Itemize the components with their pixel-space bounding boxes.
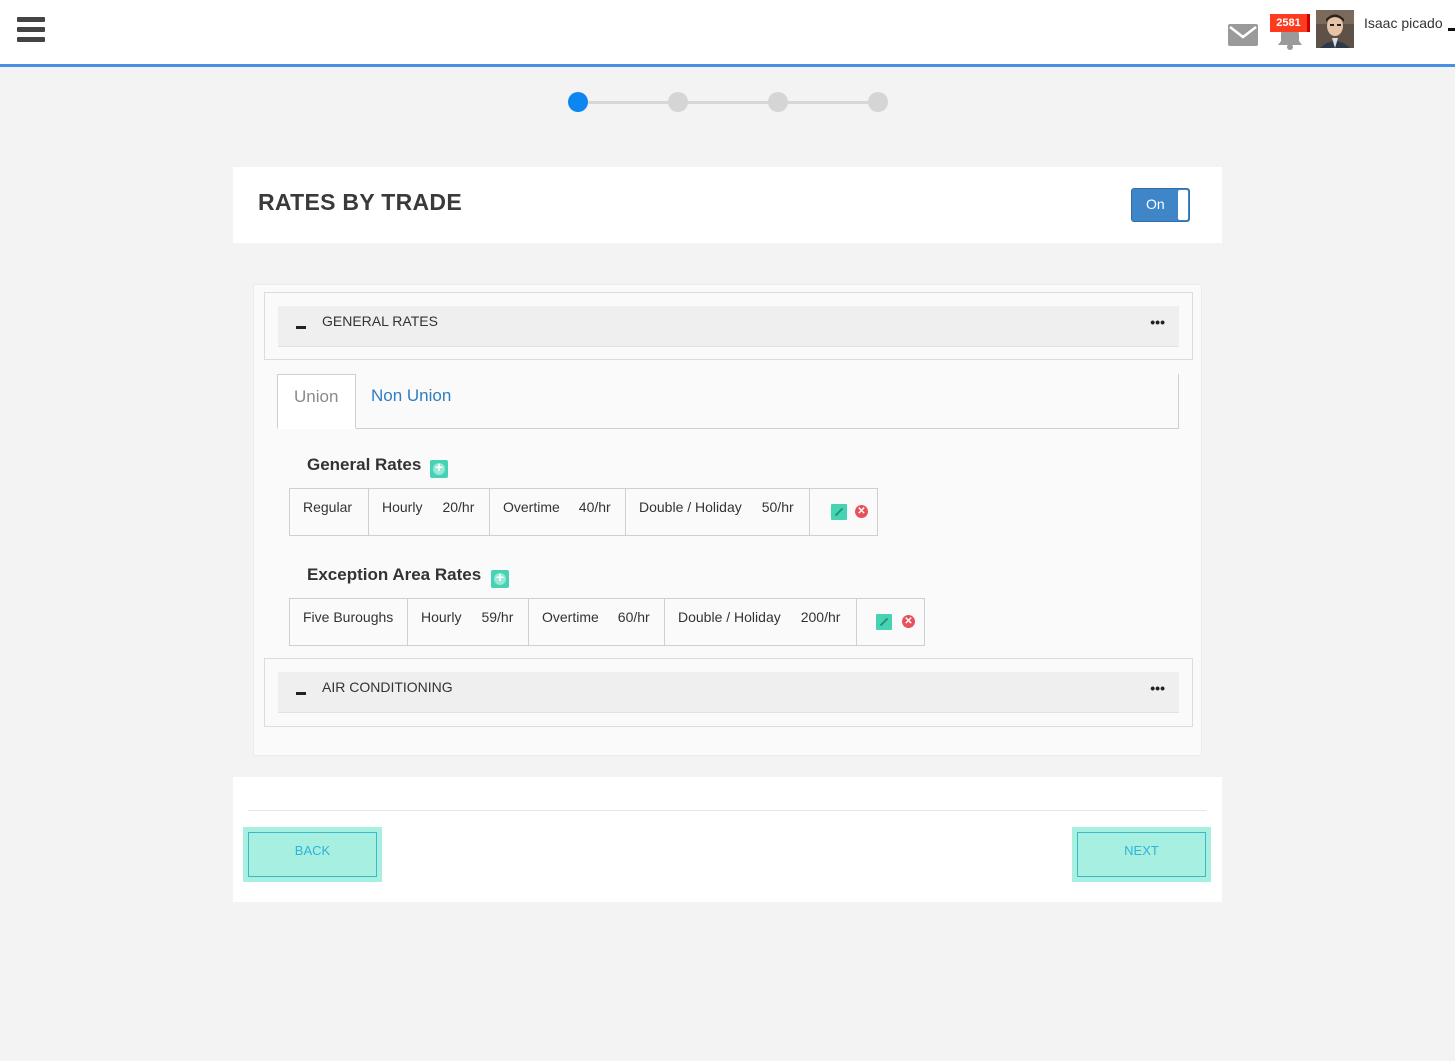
section-air-conditioning: AIR CONDITIONING ••• <box>264 658 1193 727</box>
more-options-icon[interactable]: ••• <box>1150 680 1165 696</box>
collapse-icon[interactable] <box>296 692 306 695</box>
toggle-label: On <box>1146 196 1165 212</box>
overtime-cell: Overtime 40/hr <box>490 489 626 535</box>
union-tabs: Union Non Union <box>277 374 1179 429</box>
step-1[interactable] <box>568 92 588 112</box>
holiday-label: Double / Holiday <box>678 609 781 625</box>
mail-icon[interactable] <box>1228 24 1258 46</box>
hourly-cell: Hourly 59/hr <box>408 599 529 645</box>
step-3[interactable] <box>768 92 788 112</box>
rate-name: Regular <box>290 489 369 535</box>
exception-rate-row: Five Buroughs Hourly 59/hr Overtime 60/hr … <box>289 598 925 646</box>
step-connector <box>778 101 878 104</box>
rates-toggle[interactable]: On <box>1131 188 1190 222</box>
card-footer: BACK NEXT <box>233 777 1222 902</box>
divider <box>248 810 1207 811</box>
hourly-value: 59/hr <box>481 609 514 625</box>
menu-icon[interactable] <box>17 17 45 47</box>
overtime-cell: Overtime 60/hr <box>529 599 665 645</box>
general-rates-heading: General Rates <box>307 455 422 474</box>
next-button[interactable]: NEXT <box>1072 827 1211 882</box>
step-connector <box>678 101 778 104</box>
back-button-label: BACK <box>294 843 331 858</box>
holiday-value: 50/hr <box>761 499 794 515</box>
edit-icon[interactable] <box>876 614 892 630</box>
step-connector <box>578 101 678 104</box>
toggle-knob <box>1178 190 1188 220</box>
section-general-rates: GENERAL RATES ••• <box>264 292 1193 360</box>
delete-icon[interactable]: ✕ <box>902 615 915 628</box>
hourly-cell: Hourly 20/hr <box>369 489 490 535</box>
exception-rates-heading: Exception Area Rates <box>307 565 482 584</box>
section-title: GENERAL RATES <box>322 313 438 329</box>
notification-badge: 2581 <box>1270 14 1310 32</box>
hourly-label: Hourly <box>421 609 462 625</box>
notifications[interactable]: 2581 <box>1270 14 1312 50</box>
row-actions: ✕ <box>810 489 877 535</box>
tab-non-union[interactable]: Non Union <box>355 374 467 429</box>
section-header[interactable]: AIR CONDITIONING ••• <box>278 672 1179 713</box>
holiday-cell: Double / Holiday 50/hr <box>626 489 810 535</box>
hourly-label: Hourly <box>382 499 423 515</box>
card-header: RATES BY TRADE On <box>233 167 1222 243</box>
next-button-label: NEXT <box>1124 843 1159 858</box>
delete-icon[interactable]: ✕ <box>855 505 868 518</box>
overtime-value: 40/hr <box>578 499 611 515</box>
step-4[interactable] <box>868 92 888 112</box>
general-rate-row: Regular Hourly 20/hr Overtime 40/hr Double… <box>289 488 878 536</box>
hourly-value: 20/hr <box>442 499 475 515</box>
overtime-value: 60/hr <box>617 609 650 625</box>
avatar[interactable] <box>1316 10 1354 48</box>
section-title: AIR CONDITIONING <box>322 679 453 695</box>
holiday-value: 200/hr <box>800 609 841 625</box>
add-general-rate-icon[interactable] <box>430 459 448 478</box>
holiday-label: Double / Holiday <box>639 499 742 515</box>
holiday-cell: Double / Holiday 200/hr <box>665 599 857 645</box>
step-2[interactable] <box>668 92 688 112</box>
section-header[interactable]: GENERAL RATES ••• <box>278 306 1179 347</box>
overtime-label: Overtime <box>503 499 560 515</box>
rate-name: Five Buroughs <box>290 599 408 645</box>
add-exception-rate-icon[interactable] <box>491 569 509 588</box>
progress-stepper <box>568 92 888 112</box>
back-button[interactable]: BACK <box>243 827 382 882</box>
row-actions: ✕ <box>857 599 924 645</box>
page-title: RATES BY TRADE <box>258 189 462 215</box>
more-options-icon[interactable]: ••• <box>1150 314 1165 330</box>
card-body: GENERAL RATES ••• Union Non Union Genera… <box>233 243 1222 777</box>
tab-union[interactable]: Union <box>277 374 356 429</box>
rates-panel: GENERAL RATES ••• Union Non Union Genera… <box>253 284 1202 756</box>
collapse-icon[interactable] <box>296 326 306 329</box>
overtime-label: Overtime <box>542 609 599 625</box>
edit-icon[interactable] <box>831 504 847 520</box>
top-bar: 2581 Isaac picado <box>0 0 1455 67</box>
user-name[interactable]: Isaac picado <box>1364 15 1443 31</box>
user-menu-caret-icon[interactable] <box>1448 28 1455 31</box>
